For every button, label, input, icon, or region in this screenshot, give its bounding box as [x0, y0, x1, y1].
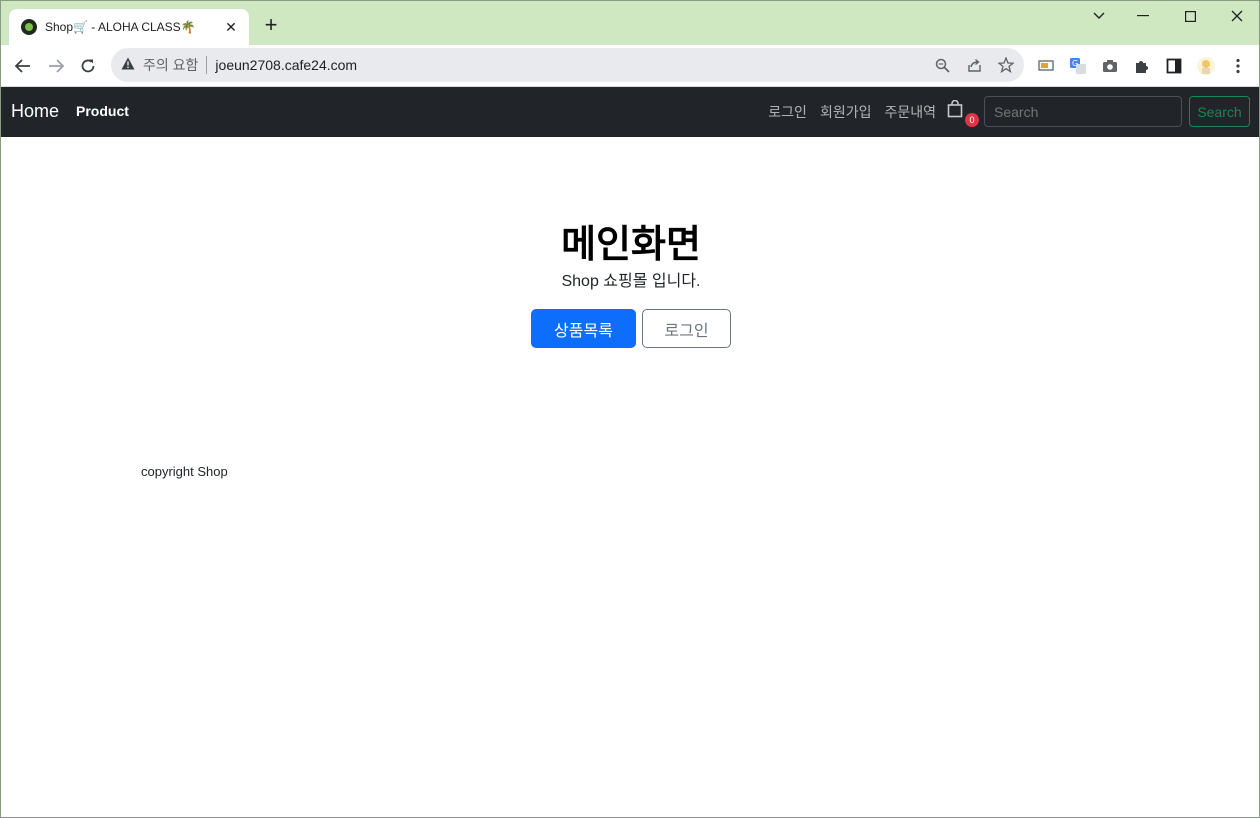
bookmark-star-icon[interactable]	[996, 55, 1016, 75]
login-button[interactable]: 로그인	[642, 309, 731, 348]
cast-icon[interactable]	[1035, 55, 1057, 77]
share-icon[interactable]	[964, 55, 984, 75]
profile-avatar[interactable]	[1195, 55, 1217, 77]
product-list-button[interactable]: 상품목록	[531, 309, 636, 348]
forward-icon[interactable]	[44, 54, 68, 78]
page-subtitle: Shop 쇼핑몰 입니다.	[561, 273, 701, 290]
search-button[interactable]: Search	[1189, 96, 1250, 127]
brand-home-link[interactable]: Home	[11, 101, 59, 122]
nav-links: 로그인 회원가입 주문내역	[768, 102, 936, 122]
nav-product-link[interactable]: Product	[76, 103, 129, 119]
address-bar[interactable]: 주의 요함 joeun2708.cafe24.com	[111, 48, 1024, 82]
extensions-icon[interactable]	[1131, 55, 1153, 77]
new-tab-button[interactable]: +	[259, 12, 283, 37]
browser-window: Shop🛒 - ALOHA CLASS🌴 ✕ + 주의 요함 joeun2708…	[0, 0, 1260, 818]
search-input[interactable]	[984, 96, 1182, 127]
window-close-icon[interactable]	[1223, 5, 1251, 27]
back-icon[interactable]	[11, 54, 35, 78]
translate-icon[interactable]: G	[1067, 55, 1089, 77]
browser-toolbar: 주의 요함 joeun2708.cafe24.com G	[1, 45, 1259, 87]
tab-search-icon[interactable]	[1085, 5, 1113, 27]
minimize-icon[interactable]	[1129, 5, 1157, 27]
side-panel-icon[interactable]	[1163, 55, 1185, 77]
close-icon[interactable]: ✕	[223, 19, 239, 35]
browser-tab[interactable]: Shop🛒 - ALOHA CLASS🌴 ✕	[9, 9, 249, 45]
nav-signup-link[interactable]: 회원가입	[820, 102, 872, 122]
url-text[interactable]: joeun2708.cafe24.com	[215, 57, 357, 73]
nav-login-link[interactable]: 로그인	[768, 102, 807, 122]
cart-count-badge: 0	[965, 113, 979, 127]
footer-copyright: copyright Shop	[141, 464, 228, 479]
address-bar-actions	[932, 55, 1016, 75]
nav-orders-link[interactable]: 주문내역	[884, 102, 936, 122]
tab-strip: Shop🛒 - ALOHA CLASS🌴 ✕ +	[1, 1, 1259, 45]
more-menu-icon[interactable]	[1227, 55, 1249, 77]
cart-bag-icon[interactable]	[947, 99, 965, 120]
reload-icon[interactable]	[76, 54, 100, 78]
address-divider	[206, 56, 208, 74]
warning-icon[interactable]	[121, 57, 135, 73]
tab-title: Shop🛒 - ALOHA CLASS🌴	[45, 20, 196, 34]
favicon-icon	[21, 19, 37, 35]
zoom-icon[interactable]	[932, 55, 952, 75]
svg-text:G: G	[1072, 59, 1078, 68]
page-title: 메인화면	[561, 224, 701, 266]
security-status[interactable]: 주의 요함	[143, 55, 198, 75]
maximize-icon[interactable]	[1176, 5, 1204, 27]
camera-icon[interactable]	[1099, 55, 1121, 77]
